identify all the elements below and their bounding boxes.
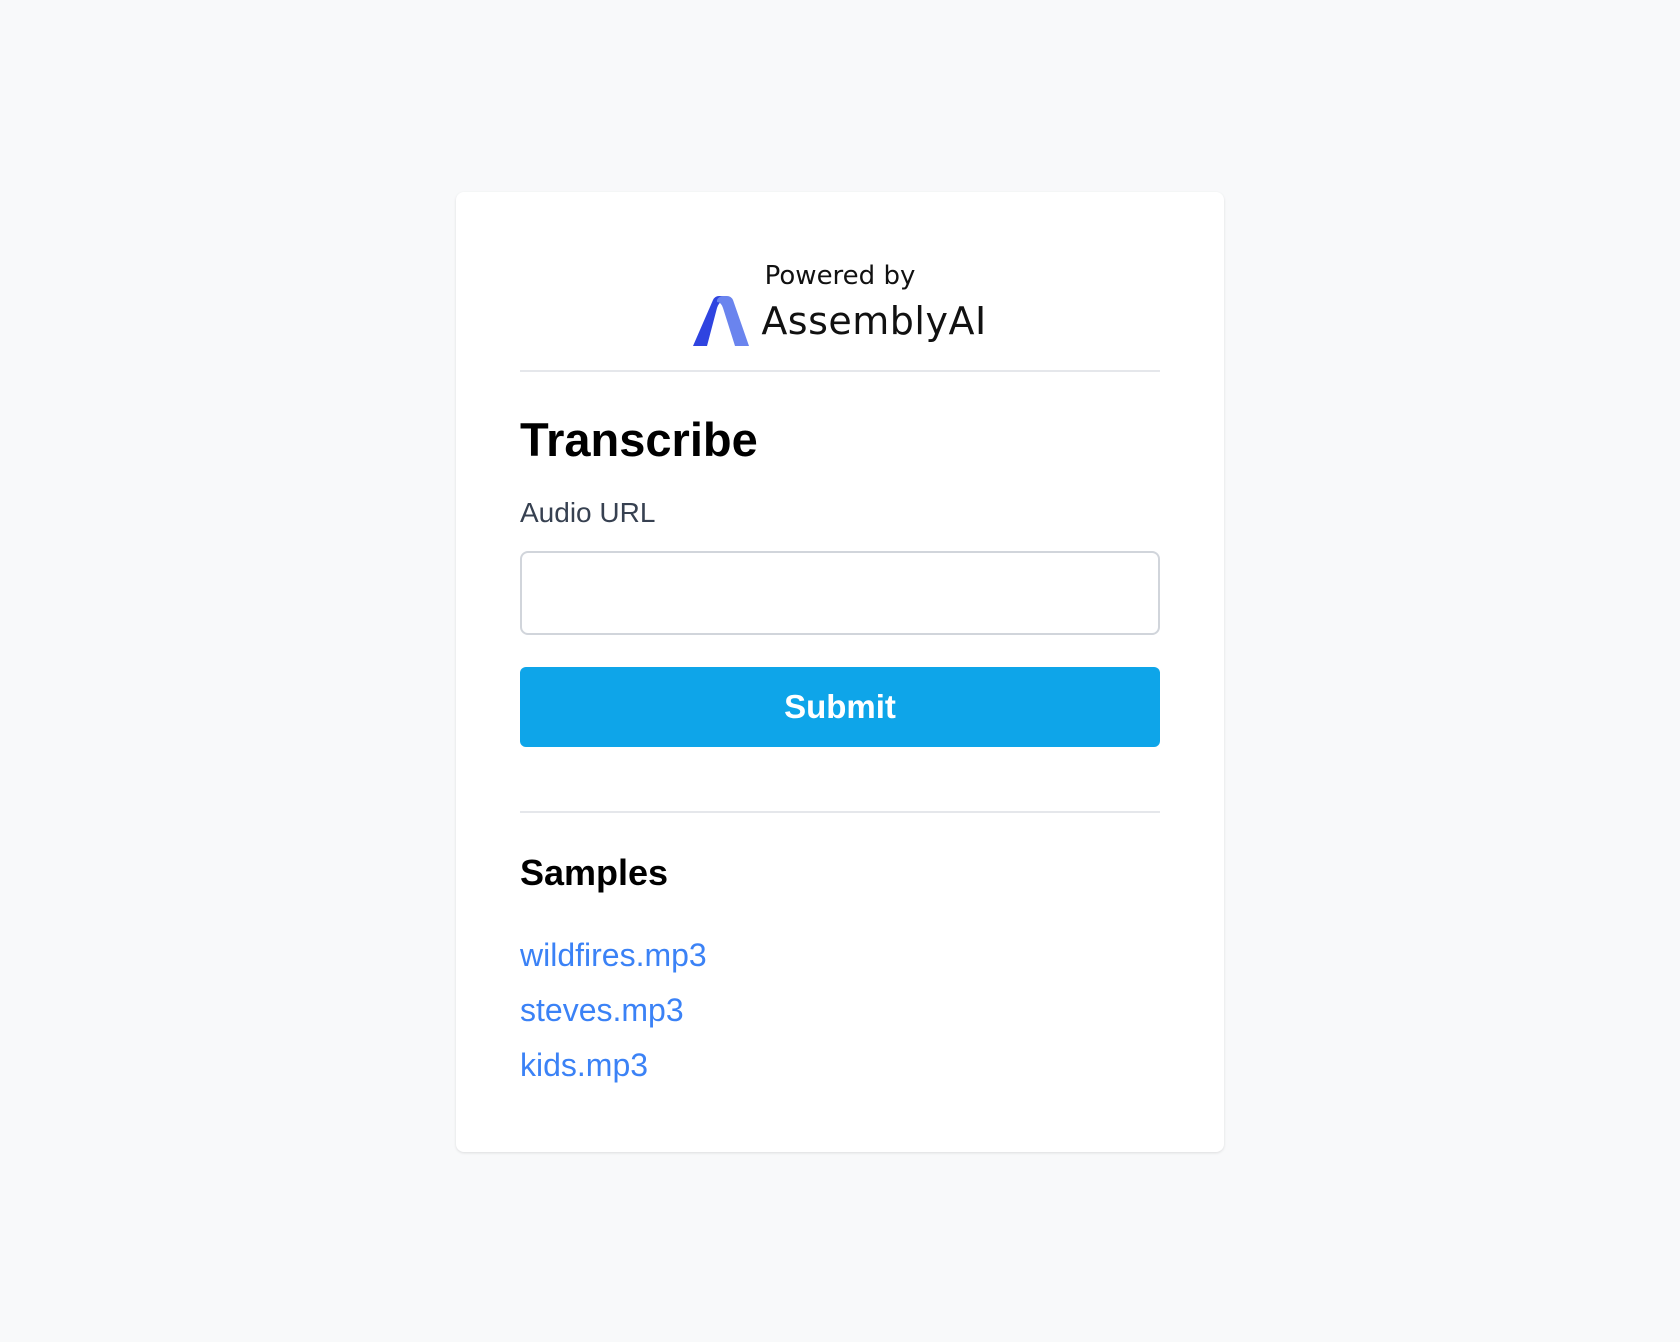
sample-link-wildfires[interactable]: wildfires.mp3 (520, 937, 707, 973)
assemblyai-logo-icon (693, 296, 750, 346)
brand-logo: AssemblyAI (520, 296, 1160, 346)
list-item: wildfires.mp3 (520, 931, 1160, 986)
audio-url-input[interactable] (520, 551, 1160, 635)
sample-link-kids[interactable]: kids.mp3 (520, 1047, 648, 1083)
submit-button[interactable]: Submit (520, 667, 1160, 747)
brand-name: AssemblyAI (761, 299, 987, 343)
sample-link-steves[interactable]: steves.mp3 (520, 992, 684, 1028)
page-title: Transcribe (520, 413, 758, 466)
list-item: kids.mp3 (520, 1041, 1160, 1096)
transcribe-card: Powered by AssemblyAI Transcribe Audio U… (456, 192, 1224, 1152)
audio-url-label: Audio URL (520, 497, 656, 528)
list-item: steves.mp3 (520, 986, 1160, 1041)
samples-title: Samples (520, 852, 669, 893)
powered-by-text: Powered by (764, 261, 916, 291)
brand-header: Powered by AssemblyAI (520, 192, 1160, 372)
samples-list: wildfires.mp3 steves.mp3 kids.mp3 (520, 931, 1160, 1096)
